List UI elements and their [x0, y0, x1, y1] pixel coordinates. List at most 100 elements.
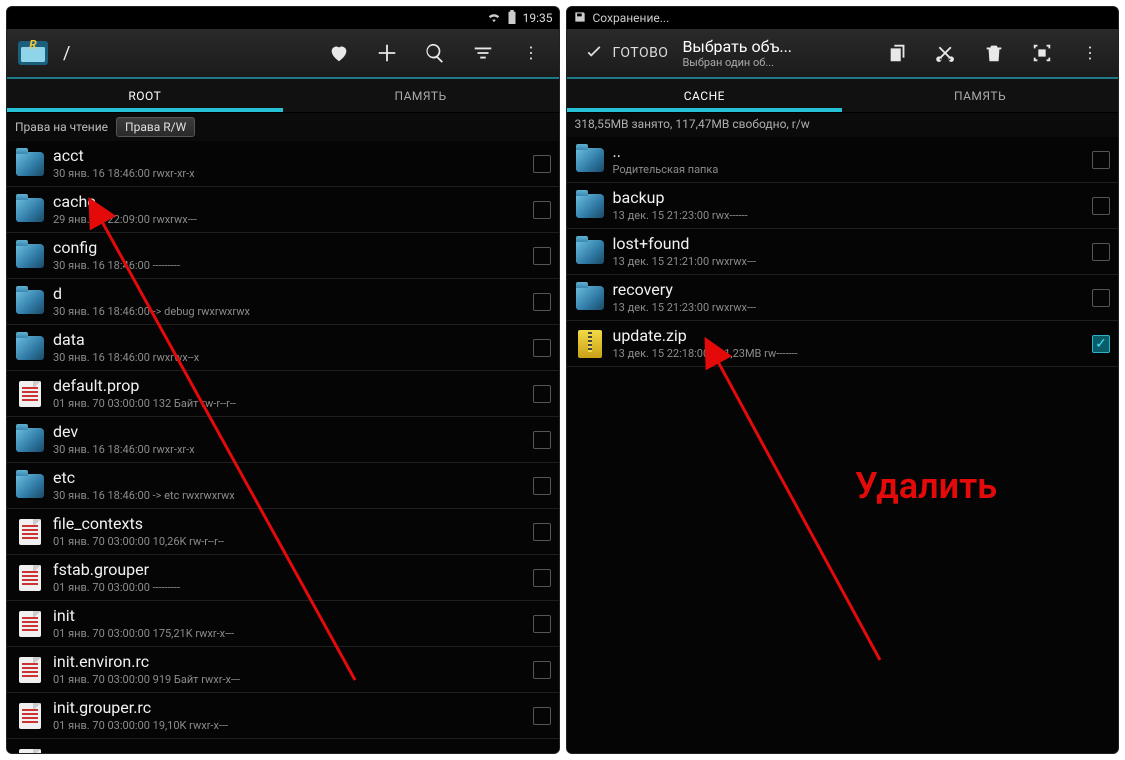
- list-item[interactable]: update.zip13 дек. 15 22:18:00 311,23MB r…: [567, 321, 1119, 367]
- list-item[interactable]: ..Родительская папка: [567, 137, 1119, 183]
- file-name: update.zip: [613, 327, 1085, 345]
- file-icon: [15, 655, 45, 685]
- file-meta: 01 янв. 70 03:00:00 10,26K rw-r--r--: [53, 535, 525, 548]
- list-item[interactable]: backup13 дек. 15 21:23:00 rwx------: [567, 183, 1119, 229]
- save-title: Сохранение...: [593, 11, 670, 25]
- checkbox[interactable]: [533, 707, 551, 725]
- file-meta: 13 дек. 15 21:23:00 rwx------: [613, 209, 1085, 222]
- file-meta: 30 янв. 16 18:46:00 rwxrwx--x: [53, 351, 525, 364]
- storage-info: 318,55MB занято, 117,47MB свободно, r/w: [567, 113, 1119, 137]
- file-list[interactable]: acct30 янв. 16 18:46:00 rwxr-xr-xcache29…: [7, 141, 559, 753]
- select-all-button[interactable]: [1020, 31, 1064, 75]
- file-name: config: [53, 239, 525, 257]
- perms-rw-button[interactable]: Права R/W: [116, 117, 195, 137]
- checkbox[interactable]: [1092, 243, 1110, 261]
- file-icon: [15, 563, 45, 593]
- checkbox[interactable]: [1092, 151, 1110, 169]
- status-time: 19:35: [523, 11, 553, 25]
- permissions-row: Права на чтение Права R/W: [7, 113, 559, 141]
- file-meta: 30 янв. 16 18:46:00 -> etc rwxrwxrwx: [53, 489, 525, 502]
- overflow-button[interactable]: [1068, 31, 1112, 75]
- file-name: recovery: [613, 281, 1085, 299]
- checkbox[interactable]: [533, 753, 551, 754]
- list-item[interactable]: init.environ.rc01 янв. 70 03:00:00 919 Б…: [7, 647, 559, 693]
- checkbox[interactable]: [533, 569, 551, 587]
- checkbox[interactable]: [533, 201, 551, 219]
- list-item[interactable]: lost+found13 дек. 15 21:21:00 rwxrwx---: [567, 229, 1119, 275]
- cut-button[interactable]: [924, 31, 968, 75]
- list-item[interactable]: recovery13 дек. 15 21:23:00 rwxrwx---: [567, 275, 1119, 321]
- file-name: d: [53, 285, 525, 303]
- checkbox[interactable]: [533, 385, 551, 403]
- file-meta: 30 янв. 16 18:46:00 ---------: [53, 259, 525, 272]
- done-button[interactable]: ГОТОВО: [573, 42, 679, 64]
- sort-button[interactable]: [461, 31, 505, 75]
- tab-cache[interactable]: CACHE: [567, 79, 843, 112]
- file-name: init.grouper.usb.rc: [53, 752, 525, 753]
- list-item[interactable]: data 30 янв. 16 18:46:00 rwxrwx--x: [7, 325, 559, 371]
- folder-icon: [15, 425, 45, 455]
- checkbox[interactable]: [533, 155, 551, 173]
- search-button[interactable]: [413, 31, 457, 75]
- checkbox[interactable]: [1092, 289, 1110, 307]
- perms-label: Права на чтение: [15, 120, 108, 134]
- list-item[interactable]: etc 30 янв. 16 18:46:00 -> etc rwxrwxrwx: [7, 463, 559, 509]
- battery-icon: [507, 10, 517, 27]
- checkbox[interactable]: [1092, 197, 1110, 215]
- checkbox[interactable]: [533, 247, 551, 265]
- overflow-button[interactable]: [509, 31, 553, 75]
- selection-action-bar: ГОТОВО Выбрать объ... Выбран один об...: [567, 29, 1119, 79]
- file-name: data: [53, 331, 525, 349]
- list-item[interactable]: init.grouper.usb.rc: [7, 739, 559, 753]
- tab-память[interactable]: ПАМЯТЬ: [842, 79, 1118, 112]
- checkbox[interactable]: [533, 661, 551, 679]
- file-name: dev: [53, 423, 525, 441]
- list-item[interactable]: d30 янв. 16 18:46:00 -> debug rwxrwxrwx: [7, 279, 559, 325]
- tabs: ROOTПАМЯТЬ: [7, 79, 559, 113]
- done-label: ГОТОВО: [613, 45, 669, 61]
- file-name: etc: [53, 469, 525, 487]
- save-title-bar: Сохранение...: [567, 7, 1119, 29]
- list-item[interactable]: cache29 янв. 16 22:09:00 rwxrwx---: [7, 187, 559, 233]
- file-name: cache: [53, 193, 525, 211]
- current-path[interactable]: /: [57, 43, 70, 64]
- left-device: 19:35 R / ROOTПАМЯТЬ Права на чтение Пра…: [6, 6, 560, 754]
- list-item[interactable]: acct30 янв. 16 18:46:00 rwxr-xr-x: [7, 141, 559, 187]
- folder-icon: [575, 237, 605, 267]
- file-name: init: [53, 607, 525, 625]
- file-list[interactable]: ..Родительская папкаbackup13 дек. 15 21:…: [567, 137, 1119, 753]
- zip-icon: [575, 329, 605, 359]
- list-item[interactable]: dev 30 янв. 16 18:46:00 rwxr-xr-x: [7, 417, 559, 463]
- checkbox[interactable]: [533, 431, 551, 449]
- file-meta: 01 янв. 70 03:00:00 19,10K rwxr-x---: [53, 719, 525, 732]
- save-icon: [573, 10, 587, 27]
- add-button[interactable]: [365, 31, 409, 75]
- delete-button[interactable]: [972, 31, 1016, 75]
- checkbox[interactable]: [533, 339, 551, 357]
- list-item[interactable]: init 01 янв. 70 03:00:00 175,21K rwxr-x--…: [7, 601, 559, 647]
- tab-root[interactable]: ROOT: [7, 79, 283, 112]
- checkbox[interactable]: [533, 523, 551, 541]
- folder-icon: [15, 195, 45, 225]
- checkbox[interactable]: [533, 477, 551, 495]
- list-item[interactable]: config 30 янв. 16 18:46:00 ---------: [7, 233, 559, 279]
- folder-icon: [15, 471, 45, 501]
- file-name: init.grouper.rc: [53, 699, 525, 717]
- favorite-button[interactable]: [317, 31, 361, 75]
- file-icon: [15, 609, 45, 639]
- wifi-icon: [487, 11, 501, 26]
- list-item[interactable]: init.grouper.rc 01 янв. 70 03:00:00 19,10…: [7, 693, 559, 739]
- folder-icon: [575, 145, 605, 175]
- tab-память[interactable]: ПАМЯТЬ: [283, 79, 559, 112]
- list-item[interactable]: fstab.grouper01 янв. 70 03:00:00 -------…: [7, 555, 559, 601]
- list-item[interactable]: default.prop01 янв. 70 03:00:00 132 Байт…: [7, 371, 559, 417]
- file-meta: 30 янв. 16 18:46:00 rwxr-xr-x: [53, 443, 525, 456]
- copy-button[interactable]: [876, 31, 920, 75]
- app-logo-icon[interactable]: R: [13, 33, 53, 73]
- checkbox[interactable]: [533, 615, 551, 633]
- checkbox[interactable]: [533, 293, 551, 311]
- list-item[interactable]: file_contexts01 янв. 70 03:00:00 10,26K …: [7, 509, 559, 555]
- file-meta: 01 янв. 70 03:00:00 175,21K rwxr-x---: [53, 627, 525, 640]
- status-bar: 19:35: [7, 7, 559, 29]
- checkbox[interactable]: [1092, 335, 1110, 353]
